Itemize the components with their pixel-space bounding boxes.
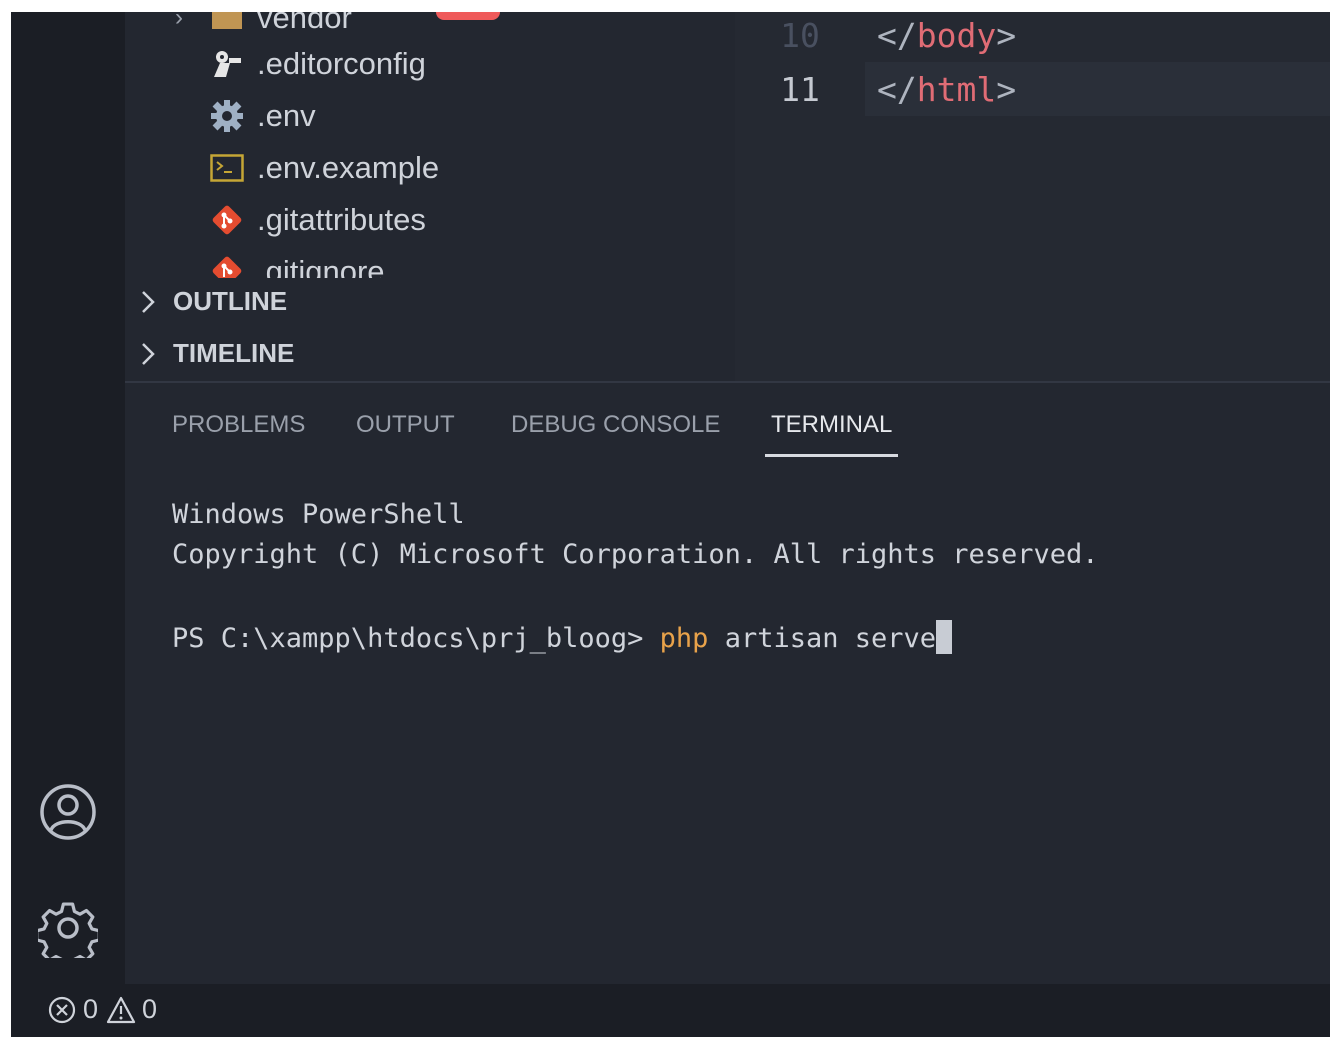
warning-icon [106, 996, 136, 1023]
chevron-right-icon [139, 341, 165, 367]
tree-file-gitignore[interactable]: .gitignore [207, 252, 385, 278]
notification-badge [436, 12, 500, 20]
folder-icon [207, 12, 247, 35]
terminal-line: Copyright (C) Microsoft Corporation. All… [172, 539, 1099, 570]
bottom-panel: PROBLEMS OUTPUT DEBUG CONSOLE TERMINAL W… [125, 381, 1330, 986]
error-count: 0 [83, 994, 99, 1024]
editorconfig-icon [207, 47, 247, 81]
terminal-command: php [659, 623, 709, 654]
git-icon [207, 203, 247, 237]
account-icon[interactable] [37, 781, 99, 843]
tab-problems[interactable]: PROBLEMS [172, 411, 305, 461]
tree-file-gitattributes[interactable]: .gitattributes [207, 200, 426, 240]
section-label: OUTLINE [173, 286, 288, 316]
tree-item-label: vendor [257, 12, 352, 35]
chevron-right-icon: › [175, 12, 183, 31]
tree-item-label: .editorconfig [257, 46, 426, 81]
error-icon [48, 996, 76, 1023]
activity-bar [11, 12, 125, 984]
terminal-line: Windows PowerShell [172, 499, 465, 530]
section-outline[interactable]: OUTLINE [139, 286, 287, 317]
tree-item-label: .env.example [257, 150, 440, 185]
code-content: </body > [877, 15, 1017, 55]
code-line-current: 11 </html > [735, 62, 1330, 116]
tree-file-editorconfig[interactable]: .editorconfig [207, 44, 426, 84]
active-tab-indicator [765, 454, 898, 457]
tree-folder-vendor[interactable]: › vendor [175, 12, 352, 38]
terminal-file-icon [207, 151, 247, 185]
problems-status[interactable]: 0 0 [47, 994, 157, 1025]
tree-file-env-example[interactable]: .env.example [207, 148, 439, 188]
terminal-cursor [936, 620, 953, 654]
section-label: TIMELINE [173, 338, 295, 368]
line-number: 11 [780, 69, 820, 109]
code-content: </html > [865, 62, 1330, 116]
manage-gear-icon[interactable] [37, 897, 99, 959]
warning-count: 0 [142, 994, 158, 1024]
terminal-args: artisan serve [708, 623, 937, 654]
code-editor[interactable]: 10 </body > 11 </html > [735, 12, 1330, 381]
tree-item-label: .env [257, 98, 316, 133]
status-bar: 0 0 [11, 984, 1330, 1037]
tab-debug-console[interactable]: DEBUG CONSOLE [511, 411, 720, 461]
section-timeline[interactable]: TIMELINE [139, 338, 294, 369]
vscode-window: › vendor .editorconfig .env .env.example… [11, 12, 1330, 1037]
terminal-prompt: PS C:\xampp\htdocs\prj_bloog> [172, 623, 660, 654]
gear-icon [207, 99, 247, 133]
explorer-sidebar: › vendor .editorconfig .env .env.example… [125, 12, 735, 381]
tree-item-label: .gitignore [257, 254, 385, 278]
tab-output[interactable]: OUTPUT [356, 411, 455, 461]
chevron-right-icon [139, 289, 165, 315]
git-icon [207, 254, 247, 278]
terminal-prompt-line[interactable]: PS C:\xampp\htdocs\prj_bloog> php artisa… [172, 620, 953, 654]
tree-file-env[interactable]: .env [207, 96, 316, 136]
code-line: 10 </body > [735, 12, 1330, 62]
line-number: 10 [780, 15, 820, 55]
tree-item-label: .gitattributes [257, 202, 426, 237]
